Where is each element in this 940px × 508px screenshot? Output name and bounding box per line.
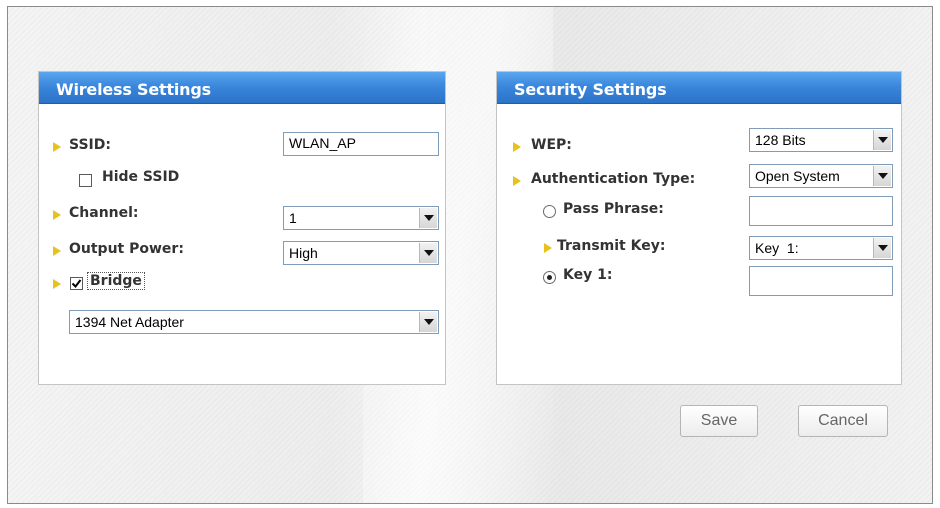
security-settings-title: Security Settings: [497, 72, 901, 104]
channel-label: Channel:: [69, 205, 139, 221]
bridge-label: Bridge: [87, 272, 145, 290]
wep-label: WEP:: [531, 137, 572, 153]
hide-ssid-label: Hide SSID: [102, 169, 180, 185]
key1-radio[interactable]: [543, 271, 556, 284]
checkmark-icon: [71, 279, 82, 289]
authentication-type-select[interactable]: Open System: [749, 164, 893, 188]
wep-select[interactable]: 128 Bits: [749, 128, 893, 152]
channel-value: 1: [289, 210, 297, 226]
hide-ssid-checkbox[interactable]: [79, 174, 92, 187]
authentication-type-value: Open System: [755, 168, 840, 184]
arrow-icon: [513, 142, 521, 152]
output-power-value: High: [289, 245, 318, 261]
main-frame: Wireless Settings SSID: WLAN_AP Hide SSI…: [7, 6, 933, 504]
wireless-settings-title: Wireless Settings: [39, 72, 445, 104]
transmit-key-select[interactable]: Key 1:: [749, 236, 893, 260]
arrow-icon: [53, 142, 61, 152]
adapter-value: 1394 Net Adapter: [75, 314, 184, 330]
ssid-input[interactable]: WLAN_AP: [283, 132, 439, 156]
chevron-down-icon[interactable]: [419, 312, 437, 332]
chevron-down-icon[interactable]: [873, 166, 891, 186]
ssid-label: SSID:: [69, 137, 111, 153]
chevron-down-icon[interactable]: [873, 130, 891, 150]
pass-phrase-input[interactable]: [749, 196, 893, 226]
pass-phrase-label: Pass Phrase:: [563, 201, 664, 217]
wep-value: 128 Bits: [755, 132, 806, 148]
channel-select[interactable]: 1: [283, 206, 439, 230]
chevron-down-icon[interactable]: [419, 243, 437, 263]
radio-selected-dot: [547, 275, 552, 280]
output-power-label: Output Power:: [69, 241, 184, 257]
arrow-icon: [513, 176, 521, 186]
bridge-checkbox[interactable]: [70, 277, 83, 290]
save-button[interactable]: Save: [680, 405, 758, 437]
adapter-select[interactable]: 1394 Net Adapter: [69, 310, 439, 334]
arrow-icon: [544, 243, 552, 253]
security-settings-panel: Security Settings WEP: 128 Bits Authenti…: [496, 71, 902, 385]
transmit-key-value: Key 1:: [755, 240, 799, 256]
arrow-icon: [53, 246, 61, 256]
arrow-icon: [53, 210, 61, 220]
pass-phrase-radio[interactable]: [543, 205, 556, 218]
chevron-down-icon[interactable]: [419, 208, 437, 228]
wireless-settings-panel: Wireless Settings SSID: WLAN_AP Hide SSI…: [38, 71, 446, 385]
transmit-key-label: Transmit Key:: [557, 238, 666, 254]
authentication-type-label: Authentication Type:: [531, 171, 696, 187]
key1-input[interactable]: [749, 266, 893, 296]
output-power-select[interactable]: High: [283, 241, 439, 265]
cancel-button[interactable]: Cancel: [798, 405, 888, 437]
chevron-down-icon[interactable]: [873, 238, 891, 258]
arrow-icon: [53, 279, 61, 289]
key1-label: Key 1:: [563, 267, 613, 283]
